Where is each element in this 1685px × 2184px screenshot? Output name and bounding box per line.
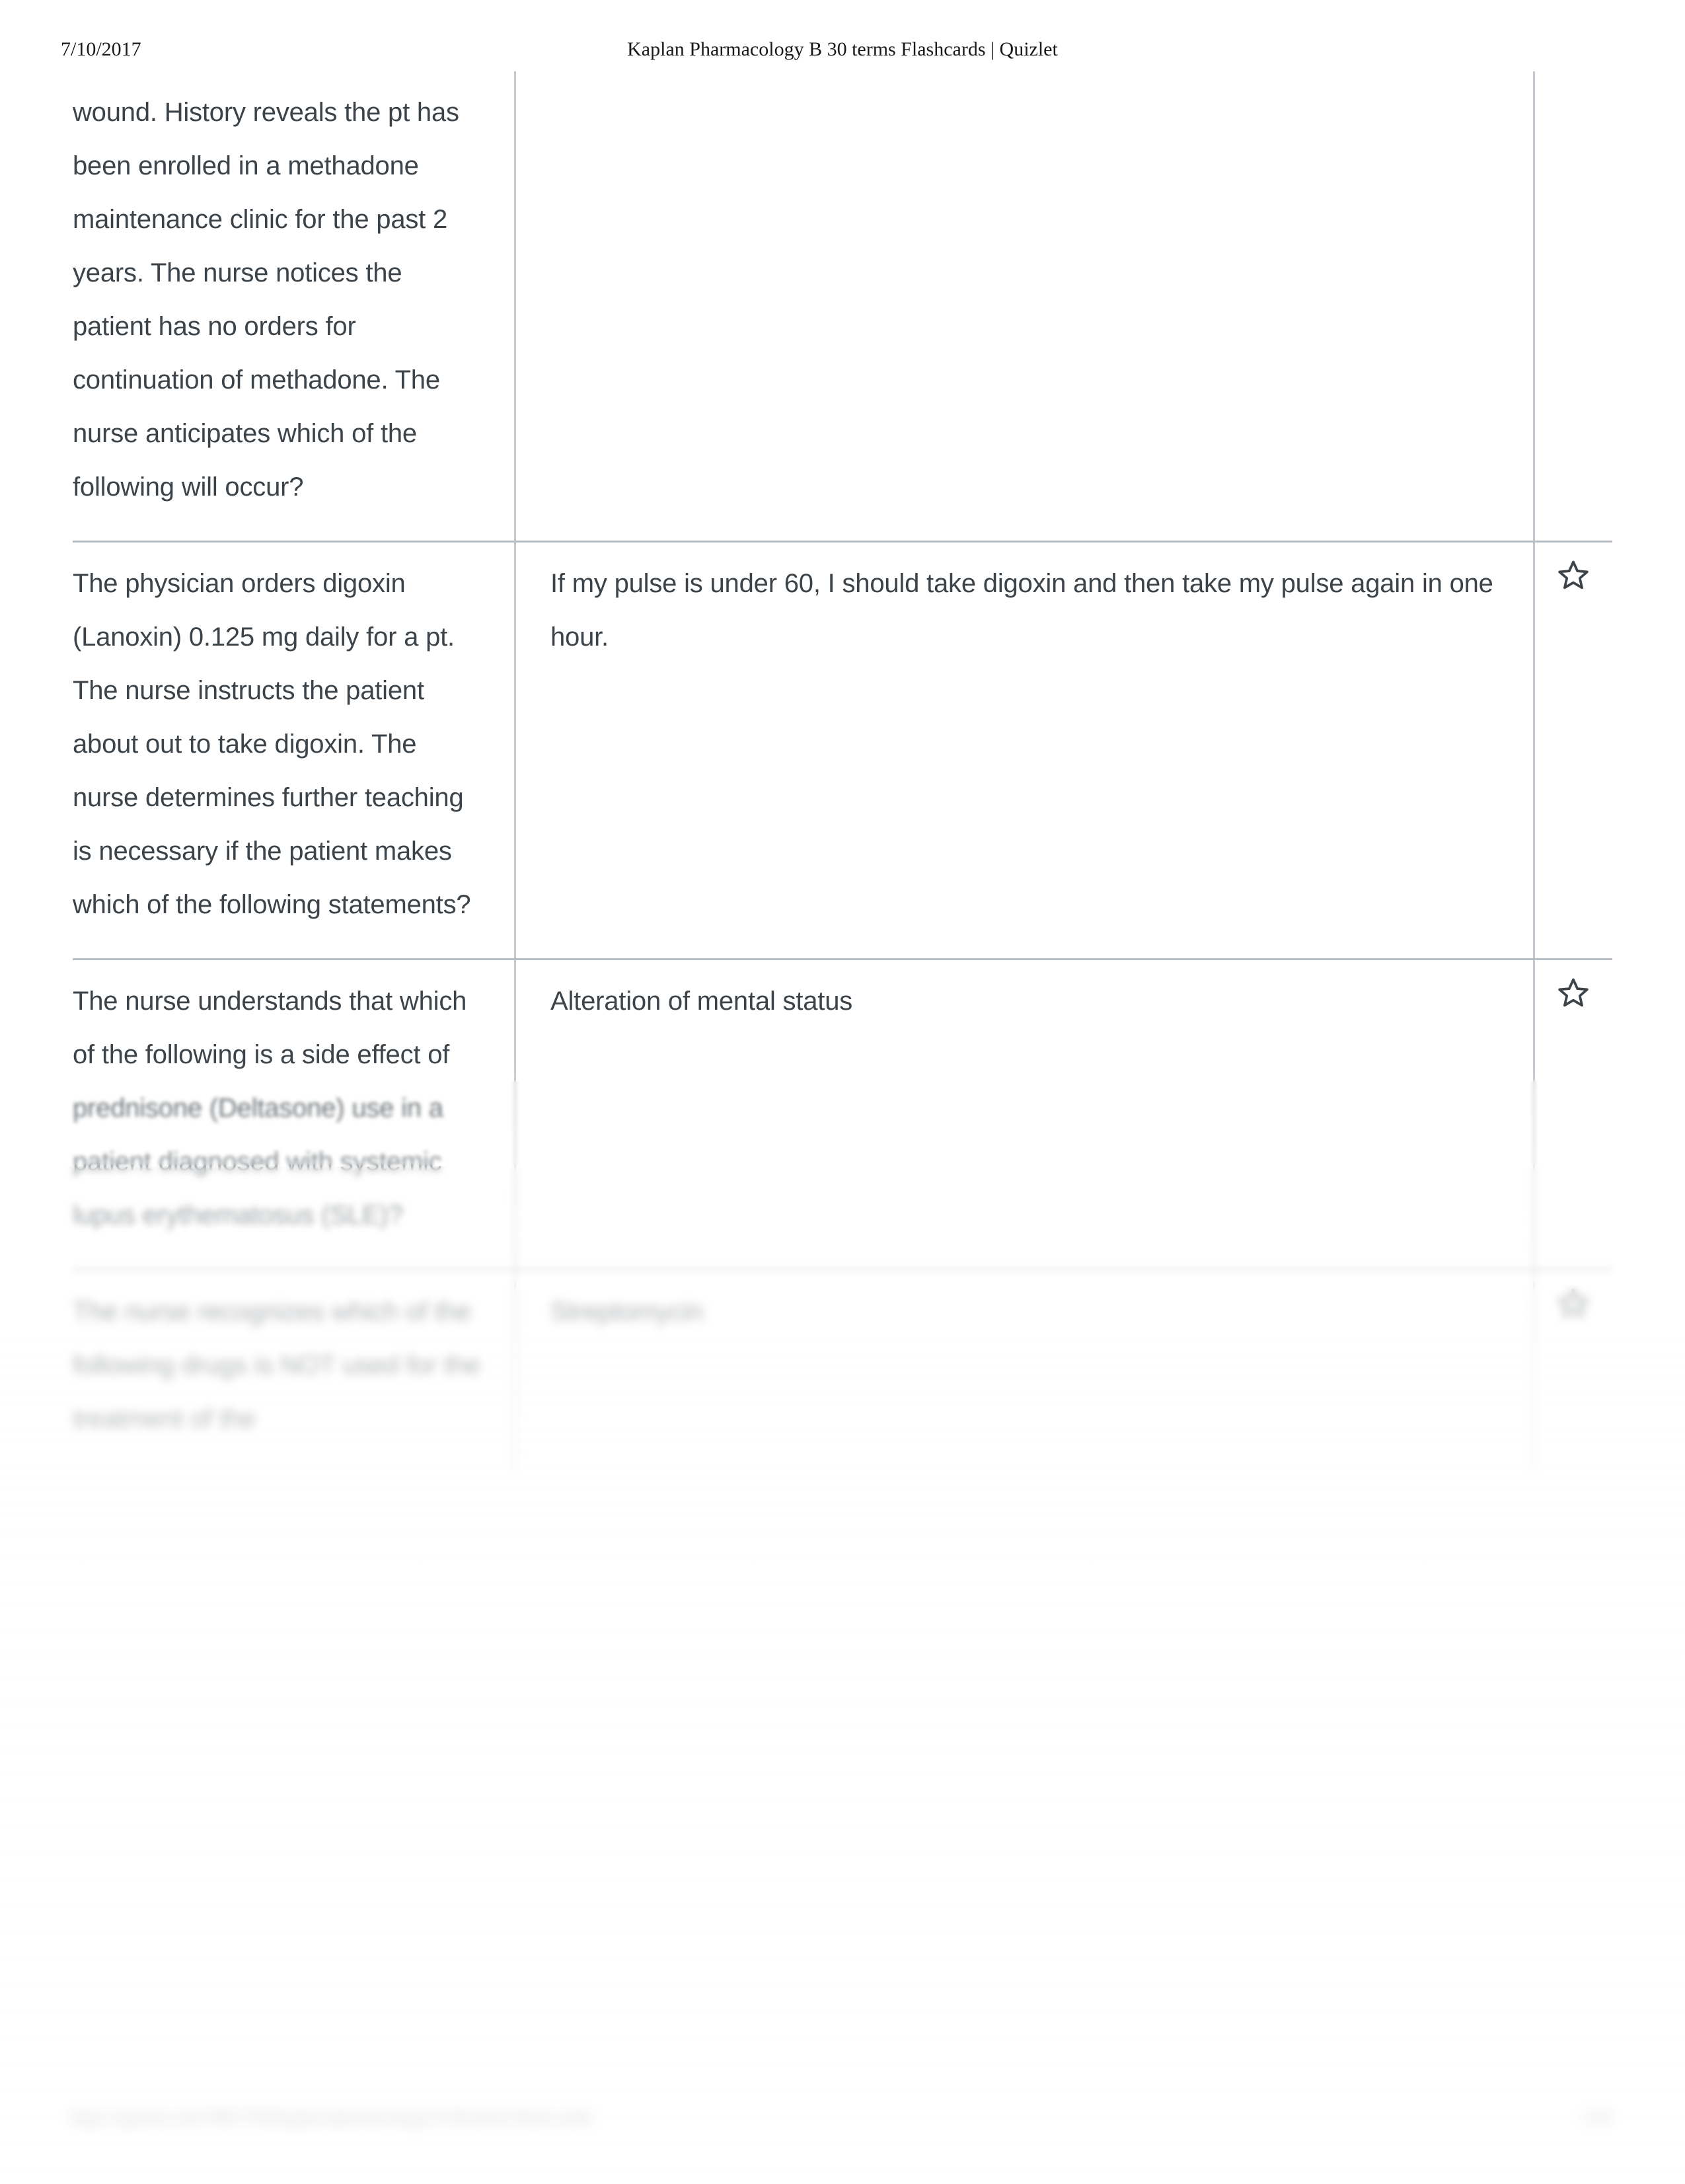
flashcard-term-cell: wound. History reveals the pt has been e… <box>73 71 514 541</box>
print-header: 7/10/2017 Kaplan Pharmacology B 30 terms… <box>0 38 1685 71</box>
flashcard-star-cell[interactable] <box>1535 71 1612 541</box>
flashcard-row[interactable]: The physician orders digoxin (Lanoxin) 0… <box>73 543 1612 960</box>
flashcard-definition-cell: If my pulse is under 60, I should take d… <box>514 543 1535 958</box>
page-blur-overlay <box>0 1484 1685 1761</box>
flashcard-row[interactable]: wound. History reveals the pt has been e… <box>73 71 1612 543</box>
flashcard-definition: Alteration of mental status <box>550 987 853 1016</box>
star-icon[interactable] <box>1556 1287 1591 1320</box>
flashcard-definition-cell: Streptomycin <box>514 1271 1535 1472</box>
flashcard-star-cell[interactable] <box>1535 543 1612 958</box>
star-icon[interactable] <box>1556 976 1591 1009</box>
flashcard-term-cell: The nurse recognizes which of the follow… <box>73 1271 514 1472</box>
flashcard-list: wound. History reveals the pt has been e… <box>73 71 1612 1472</box>
flashcard-star-cell[interactable] <box>1535 1271 1612 1472</box>
flashcard-term-cell: The nurse understands that which of the … <box>73 960 514 1269</box>
flashcard-definition-cell <box>514 71 1535 541</box>
flashcard-term-cell: The physician orders digoxin (Lanoxin) 0… <box>73 543 514 958</box>
star-icon[interactable] <box>1556 558 1591 591</box>
flashcard-row[interactable]: The nurse understands that which of the … <box>73 960 1612 1271</box>
page-number: 1/10 <box>1580 2108 1611 2127</box>
flashcard-term: wound. History reveals the pt has been e… <box>73 98 459 502</box>
flashcard-term: The nurse recognizes which of the follow… <box>73 1297 481 1433</box>
flashcard-definition: If my pulse is under 60, I should take d… <box>550 569 1493 652</box>
flashcard-row[interactable]: The nurse recognizes which of the follow… <box>73 1271 1612 1472</box>
print-footer: https://quizlet.com/79817790/kaplan-phar… <box>0 2108 1685 2148</box>
flashcard-star-cell[interactable] <box>1535 960 1612 1269</box>
flashcard-definition-cell: Alteration of mental status <box>514 960 1535 1269</box>
source-url: https://quizlet.com/79817790/kaplan-phar… <box>71 2108 595 2127</box>
flashcard-definition: Streptomycin <box>550 1297 704 1326</box>
page-title: Kaplan Pharmacology B 30 terms Flashcard… <box>627 38 1058 60</box>
flashcard-term: The nurse understands that which of the … <box>73 987 467 1230</box>
flashcard-term: The physician orders digoxin (Lanoxin) 0… <box>73 569 471 919</box>
